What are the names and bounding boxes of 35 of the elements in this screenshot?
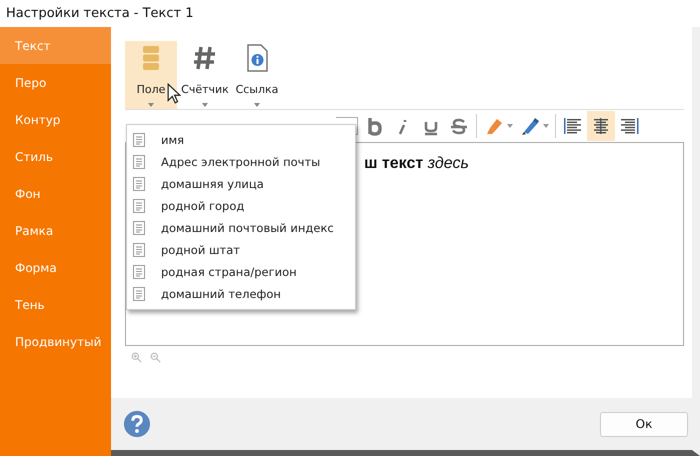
document-icon <box>133 133 145 147</box>
strikethrough-icon[interactable] <box>449 116 469 136</box>
document-icon <box>133 177 145 191</box>
document-icon <box>133 155 145 169</box>
pen-icon[interactable] <box>520 116 540 136</box>
ok-button[interactable]: Ок <box>600 412 688 436</box>
window-title: Настройки текста - Текст 1 <box>6 6 194 21</box>
document-icon <box>133 243 145 257</box>
ribbon-button[interactable]: Ссылка <box>233 41 281 109</box>
caret-icon <box>202 103 208 107</box>
menu-item[interactable]: родной город <box>127 195 355 217</box>
ribbon-button[interactable]: Поле <box>125 41 177 109</box>
align-icon <box>591 116 611 136</box>
editor-text: ш текст здесь <box>364 155 469 173</box>
caret-icon[interactable] <box>543 124 549 128</box>
menu-item[interactable]: домашний телефон <box>127 283 355 305</box>
menu-item[interactable]: домашний почтовый индекс <box>127 217 355 239</box>
menu-item[interactable]: родная страна/регион <box>127 261 355 283</box>
align-icon <box>619 116 639 136</box>
caret-icon <box>254 103 260 107</box>
highlighter-icon[interactable] <box>484 116 504 136</box>
align-icon <box>563 116 583 136</box>
menu-item[interactable]: Адрес электронной почты <box>127 151 355 173</box>
menu-item[interactable]: домашняя улица <box>127 173 355 195</box>
pointer-icon <box>167 83 181 104</box>
ribbon-button[interactable]: Счётчик <box>181 41 229 109</box>
document-icon <box>133 265 145 279</box>
menu-item[interactable]: родной штат <box>127 239 355 261</box>
document-icon <box>133 199 145 213</box>
help-icon[interactable] <box>123 410 151 438</box>
caret-icon[interactable] <box>507 124 513 128</box>
document-icon <box>133 221 145 235</box>
caret-icon <box>148 103 154 107</box>
align-button[interactable] <box>587 111 615 141</box>
document-icon <box>133 287 145 301</box>
